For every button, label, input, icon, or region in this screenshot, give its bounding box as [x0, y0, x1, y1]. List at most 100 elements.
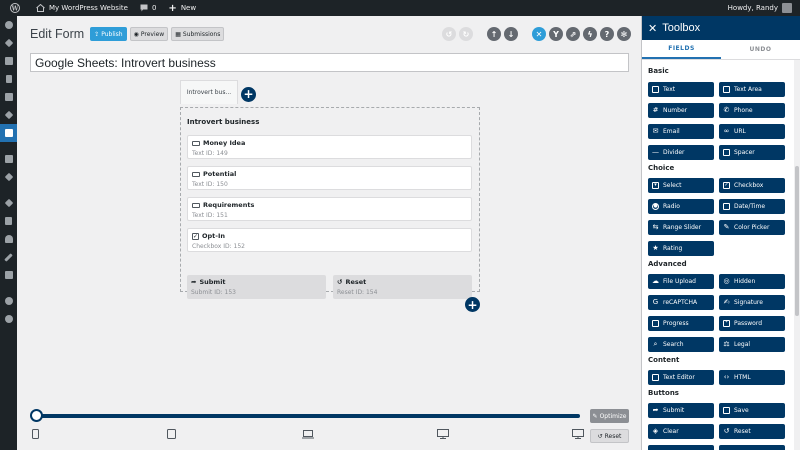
- optimize-button[interactable]: ✎ Optimize: [590, 409, 629, 423]
- tool-clear[interactable]: ◈ Clear: [648, 424, 714, 439]
- toolbox-body: Basic Text Text Area # Number ✆ Phone ✉ Ema…: [642, 60, 800, 450]
- tool-search[interactable]: ⌕ Search: [648, 337, 714, 352]
- tab-fields[interactable]: FIELDS: [642, 40, 721, 59]
- mobile-icon[interactable]: [32, 429, 39, 439]
- tool-next[interactable]: [648, 445, 714, 450]
- my-account[interactable]: Howdy, Randy: [722, 0, 800, 16]
- site-name-link[interactable]: My WordPress Website: [30, 0, 134, 16]
- form-editor: Edit Form ⇪ Publish ◉ Preview ▦ Submissi…: [17, 16, 641, 450]
- field-reset-button[interactable]: ↺ Reset Reset ID: 154: [333, 275, 472, 299]
- tools-icon[interactable]: [0, 248, 17, 266]
- tool-range-slider[interactable]: ⇆ Range Slider: [648, 220, 714, 235]
- download-icon[interactable]: ↓: [504, 27, 518, 41]
- media-icon[interactable]: [0, 52, 17, 70]
- tablet-icon[interactable]: [167, 429, 176, 439]
- cloud-upload-icon: ☁: [652, 277, 659, 285]
- tool-signature[interactable]: ✍ Signature: [719, 295, 785, 310]
- plugins-icon[interactable]: [0, 212, 17, 230]
- preview-button[interactable]: ◉ Preview: [129, 27, 169, 41]
- tool-select[interactable]: ▾ Select: [648, 178, 714, 193]
- dashboard-icon[interactable]: [0, 16, 17, 34]
- tool-phone[interactable]: ✆ Phone: [719, 103, 785, 118]
- new-content-link[interactable]: + New: [162, 0, 202, 16]
- tool-text[interactable]: Text: [648, 82, 714, 97]
- tool-label: Submit: [663, 407, 685, 414]
- undo-icon[interactable]: ↺: [442, 27, 456, 41]
- tool-number[interactable]: # Number: [648, 103, 714, 118]
- add-page-bottom-button[interactable]: +: [465, 297, 480, 312]
- tool-file-upload[interactable]: ☁ File Upload: [648, 274, 714, 289]
- redo-icon[interactable]: ↻: [459, 27, 473, 41]
- page-tabs: Introvert bus... +: [180, 80, 256, 104]
- play-icon[interactable]: [0, 310, 17, 328]
- laptop-icon[interactable]: [302, 429, 314, 439]
- scrollbar-thumb[interactable]: [795, 166, 799, 316]
- pin-icon[interactable]: [0, 106, 17, 124]
- form-title-input[interactable]: Google Sheets: Introvert business: [30, 53, 629, 72]
- upload-icon[interactable]: ↑: [487, 27, 501, 41]
- tool-label: Reset: [734, 428, 751, 435]
- field-potential[interactable]: Potential Text ID: 150: [187, 166, 472, 190]
- tool-recaptcha[interactable]: GreCAPTCHA: [648, 295, 714, 310]
- wide-screen-icon[interactable]: [572, 429, 584, 439]
- box-icon[interactable]: [0, 168, 17, 186]
- slider-handle[interactable]: [30, 409, 43, 422]
- tool-legal[interactable]: ⚖ Legal: [719, 337, 785, 352]
- desktop-icon[interactable]: [437, 429, 449, 439]
- lightning-icon[interactable]: ϟ: [583, 27, 597, 41]
- width-slider[interactable]: [30, 409, 580, 423]
- posts-pin-icon[interactable]: [0, 34, 17, 52]
- tool-text-area[interactable]: Text Area: [719, 82, 785, 97]
- tool-color-picker[interactable]: ✎ Color Picker: [719, 220, 785, 235]
- field-money-idea[interactable]: Money Idea Text ID: 149: [187, 135, 472, 159]
- toolbox-scrollbar[interactable]: [794, 60, 800, 450]
- gear-icon[interactable]: ✻: [617, 27, 631, 41]
- toolbox-tools-icon[interactable]: ✕: [532, 27, 546, 41]
- submissions-button[interactable]: ▦ Submissions: [171, 27, 225, 41]
- reset-width-button[interactable]: ↺ Reset: [590, 429, 629, 443]
- text-area-icon: [723, 86, 730, 93]
- tool-spacer[interactable]: Spacer: [719, 145, 785, 160]
- tool-progress[interactable]: Progress: [648, 316, 714, 331]
- tool-hidden[interactable]: ◎ Hidden: [719, 274, 785, 289]
- tool-save[interactable]: Save: [719, 403, 785, 418]
- settings-icon[interactable]: [0, 266, 17, 284]
- appearance-icon[interactable]: [0, 194, 17, 212]
- comments-icon[interactable]: [0, 88, 17, 106]
- add-page-button[interactable]: +: [241, 86, 256, 102]
- tool-date-time[interactable]: Date/Time: [719, 199, 785, 214]
- tool-divider[interactable]: — Divider: [648, 145, 714, 160]
- slider-track[interactable]: [36, 414, 580, 418]
- tab-undo[interactable]: UNDO: [721, 40, 800, 59]
- field-submit-button[interactable]: ➦ Submit Submit ID: 153: [187, 275, 326, 299]
- users-icon[interactable]: [0, 230, 17, 248]
- comments-link[interactable]: 0: [134, 0, 162, 16]
- feedback-icon[interactable]: [0, 150, 17, 168]
- tool-text-editor[interactable]: Text Editor: [648, 370, 714, 385]
- tool-password[interactable]: * Password: [719, 316, 785, 331]
- branch-icon[interactable]: Y: [549, 27, 563, 41]
- tool-label: Text: [663, 86, 676, 93]
- field-opt-in[interactable]: ✓ Opt-In Checkbox ID: 152: [187, 228, 472, 252]
- field-requirements[interactable]: Requirements Text ID: 151: [187, 197, 472, 221]
- tool-checkbox[interactable]: ✓ Checkbox: [719, 178, 785, 193]
- forms-icon[interactable]: [0, 124, 17, 142]
- tool-submit[interactable]: ➦ Submit: [648, 403, 714, 418]
- help-icon[interactable]: ?: [600, 27, 614, 41]
- circle-icon[interactable]: [0, 292, 17, 310]
- group-advanced: Advanced: [648, 260, 687, 268]
- search-icon: ⌕: [653, 340, 658, 348]
- tool-previous[interactable]: [719, 445, 785, 450]
- tab-introvert-business[interactable]: Introvert bus...: [180, 80, 238, 104]
- field-meta: Text ID: 150: [192, 181, 228, 188]
- wordpress-logo-icon[interactable]: W: [0, 0, 30, 16]
- tool-html[interactable]: ‹› HTML: [719, 370, 785, 385]
- tool-reset[interactable]: ↺ Reset: [719, 424, 785, 439]
- publish-button[interactable]: ⇪ Publish: [90, 27, 127, 41]
- share-icon[interactable]: ⇗: [566, 27, 580, 41]
- pages-icon[interactable]: [0, 70, 17, 88]
- tool-rating[interactable]: ★ Rating: [648, 241, 714, 256]
- tool-url[interactable]: ∞ URL: [719, 124, 785, 139]
- tool-email[interactable]: ✉ Email: [648, 124, 714, 139]
- tool-radio[interactable]: ● Radio: [648, 199, 714, 214]
